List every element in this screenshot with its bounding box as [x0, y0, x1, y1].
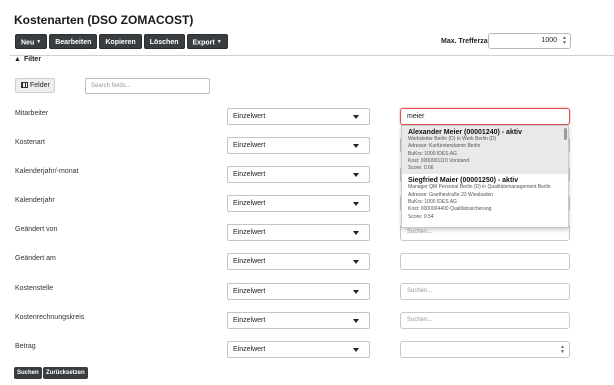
dropdown-arrow-icon [353, 202, 359, 206]
filter-label: Kostenstelle [15, 285, 54, 292]
search-button[interactable]: Suchen [14, 367, 42, 379]
operator-select-value: Einzelwert [233, 200, 266, 207]
dropdown-arrow-icon [353, 260, 359, 264]
filter-label: Geändert am [15, 255, 56, 262]
max-hits-input[interactable]: 1000 ▲ ▼ [488, 33, 571, 49]
suggestion-detail: Kost: 0000001110 Vorstand [408, 157, 469, 164]
filter-label: Geändert von [15, 226, 58, 233]
suggestion-name: Siegfried Maier (00001250) - aktiv [408, 177, 519, 185]
operator-select-value: Einzelwert [233, 171, 266, 178]
max-hits-label: Max. Trefferzahl [441, 38, 494, 45]
dropdown-arrow-icon [353, 173, 359, 177]
suggestion-detail: BuKrs: 1000 IDES AG [408, 150, 457, 157]
max-hits-value: 1000 [541, 37, 557, 44]
operator-select[interactable]: Einzelwert [227, 253, 370, 270]
dropdown-arrow-icon [353, 115, 359, 119]
copy-button[interactable]: Kopieren [99, 34, 142, 49]
operator-select-value: Einzelwert [233, 142, 266, 149]
operator-select[interactable]: Einzelwert [227, 137, 370, 154]
suggestion-detail: Manager QM Personal Berlin (D) in Qualit… [408, 184, 551, 191]
filter-label: Kalenderjahr/-monat [15, 168, 79, 175]
filter-value-input[interactable]: Suchen... [400, 312, 570, 329]
suggestion-detail: Adresse: Goethestraße 23 Wiesbaden [408, 191, 494, 198]
operator-select-value: Einzelwert [233, 317, 266, 324]
operator-select[interactable]: Einzelwert [227, 166, 370, 183]
spinner-icon[interactable]: ▲ ▼ [562, 36, 567, 46]
filter-toggle[interactable]: ▲ Filter [14, 56, 41, 63]
filter-value-input[interactable] [400, 253, 570, 270]
suggestion-detail: Score: 0.54 [408, 213, 434, 220]
filter-input-placeholder: Suchen... [407, 288, 433, 294]
autocomplete-dropdown[interactable]: Alexander Meier (00001240) - aktiv Werks… [401, 125, 569, 228]
suggestion-detail: Score: 0.66 [408, 165, 434, 172]
filter-label: Betrag [15, 343, 36, 350]
operator-select-value: Einzelwert [233, 258, 266, 265]
columns-icon [21, 82, 28, 88]
operator-select[interactable]: Einzelwert [227, 108, 370, 125]
operator-select-value: Einzelwert [233, 288, 266, 295]
chevron-up-icon: ▲ [14, 56, 21, 63]
operator-select-value: Einzelwert [233, 113, 266, 120]
dropdown-arrow-icon [353, 231, 359, 235]
suggestion-item[interactable]: Siegfried Maier (00001250) - aktiv Manag… [402, 174, 568, 222]
dropdown-arrow-icon [353, 144, 359, 148]
operator-select[interactable]: Einzelwert [227, 341, 370, 358]
filter-value-input[interactable]: Suchen... [400, 283, 570, 300]
dropdown-arrow-icon [353, 348, 359, 352]
delete-button[interactable]: Löschen [143, 34, 185, 49]
suggestion-detail: Werksleiter Berlin (D) in Werk Berlin (D… [408, 136, 497, 142]
filter-label: Kostenrechnungskreis [15, 314, 85, 321]
caret-down-icon: ▼ [216, 39, 222, 45]
toolbar: Neu ▼ Bearbeiten Kopieren Löschen Export ▼ [15, 34, 228, 49]
operator-select[interactable]: Einzelwert [227, 224, 370, 241]
page-title: Kostenarten (DSO ZOMACOST) [14, 13, 194, 27]
filter-value-input[interactable]: meier [400, 108, 570, 125]
filter-header-label: Filter [23, 56, 42, 63]
dropdown-arrow-icon [353, 290, 359, 294]
dropdown-arrow-icon [353, 319, 359, 323]
export-button[interactable]: Export ▼ [186, 34, 228, 49]
edit-button[interactable]: Bearbeiten [49, 34, 98, 49]
operator-select-value: Einzelwert [233, 229, 266, 236]
new-button[interactable]: Neu ▼ [15, 34, 48, 49]
filter-input-placeholder: Suchen... [407, 317, 433, 323]
suggestion-detail: BuKrs: 1000 IDES AG [408, 199, 457, 206]
fields-button[interactable]: Felder [15, 78, 55, 93]
new-button-label: Neu [21, 39, 35, 47]
suggestion-item[interactable]: Alexander Meier (00001240) - aktiv Werks… [402, 126, 568, 175]
fields-button-label: Felder [30, 82, 50, 89]
export-button-label: Export [192, 39, 215, 47]
scrollbar[interactable] [564, 128, 567, 140]
filter-label: Kalenderjahr [15, 197, 55, 204]
divider [10, 55, 614, 56]
suggestion-name: Alexander Meier (00001240) - aktiv [408, 129, 523, 136]
spinner-icon[interactable]: ▲ ▼ [560, 345, 565, 355]
caret-down-icon: ▼ [36, 39, 42, 45]
reset-button[interactable]: Zurücksetzen [43, 367, 88, 379]
filter-input-value: meier [407, 113, 425, 120]
filter-input-placeholder: Suchen... [407, 229, 433, 235]
operator-select[interactable]: Einzelwert [227, 195, 370, 212]
operator-select-value: Einzelwert [233, 346, 266, 353]
suggestion-detail: Kost: 0000004400 Qualitätssicherung [408, 206, 492, 213]
operator-select[interactable]: Einzelwert [227, 283, 370, 300]
filter-label: Kostenart [15, 139, 45, 146]
filter-label: Mitarbeiter [15, 110, 49, 117]
search-fields-input[interactable]: Search fields... [85, 78, 210, 94]
operator-select[interactable]: Einzelwert [227, 312, 370, 329]
filter-value-input[interactable]: ▲ ▼ [400, 341, 570, 358]
suggestion-detail: Adresse: Kurfürstendamm Berlin [408, 143, 481, 150]
